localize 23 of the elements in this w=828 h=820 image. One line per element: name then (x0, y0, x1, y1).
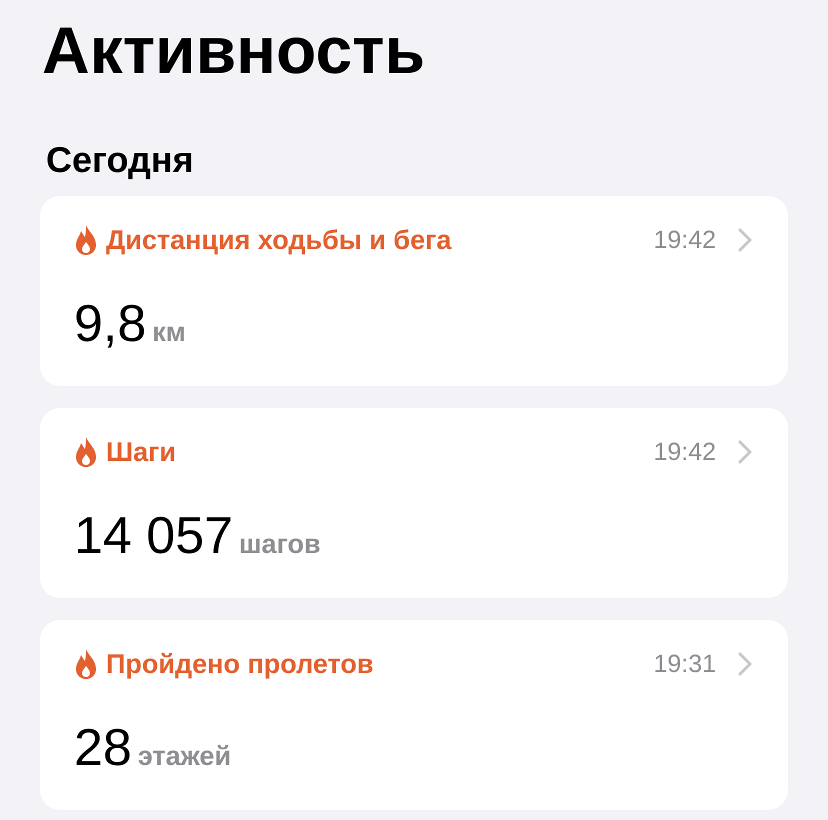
chevron-icon (738, 652, 752, 676)
section-heading: Сегодня (46, 140, 195, 180)
chevron-icon (738, 228, 752, 252)
metric-time: 19:31 (653, 650, 716, 678)
metric-value: 14 057 (74, 506, 234, 566)
metric-time: 19:42 (653, 226, 716, 254)
flame-icon (74, 648, 98, 680)
metric-card[interactable]: Дистанция ходьбы и бега 19:42 9,8 км (40, 196, 788, 386)
metric-label: Пройдено пролетов (106, 648, 374, 680)
chevron-icon (738, 440, 752, 464)
metric-unit: км (152, 317, 186, 348)
page-title: Активность (42, 12, 426, 89)
metric-unit: этажей (138, 741, 232, 772)
metric-value: 9,8 (74, 294, 146, 354)
metric-unit: шагов (239, 529, 321, 560)
metric-value: 28 (74, 718, 132, 778)
metric-card[interactable]: Шаги 19:42 14 057 шагов (40, 408, 788, 598)
metric-time: 19:42 (653, 438, 716, 466)
metric-label: Шаги (106, 436, 177, 468)
metric-label: Дистанция ходьбы и бега (106, 224, 452, 256)
metric-card[interactable]: Пройдено пролетов 19:31 28 этажей (40, 620, 788, 810)
flame-icon (74, 224, 98, 256)
flame-icon (74, 436, 98, 468)
